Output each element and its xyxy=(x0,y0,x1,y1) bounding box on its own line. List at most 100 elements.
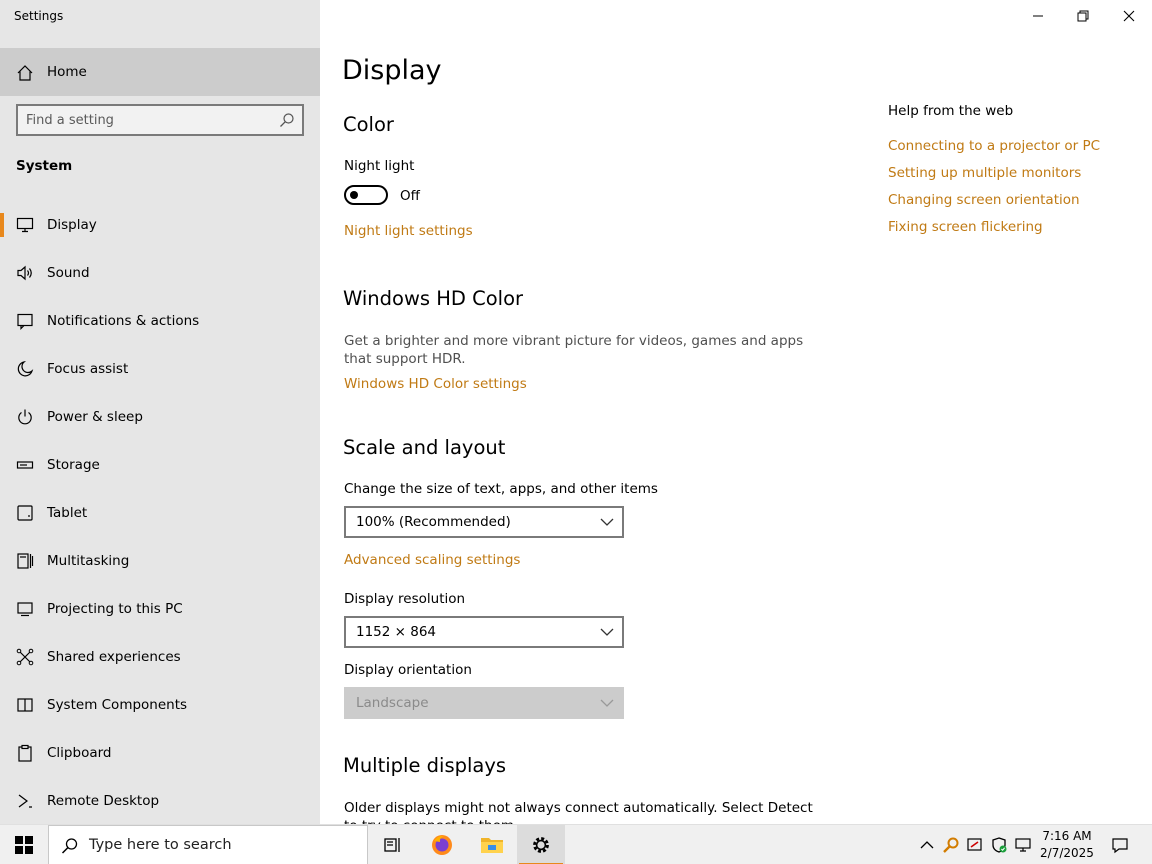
sidebar-item-remote-desktop[interactable]: Remote Desktop xyxy=(0,777,320,824)
sidebar-item-system-components[interactable]: System Components xyxy=(0,681,320,729)
chevron-down-icon xyxy=(600,699,614,707)
sidebar-item-label: Power & sleep xyxy=(47,409,143,425)
tablet-icon xyxy=(17,505,33,521)
clipboard-icon xyxy=(18,744,32,762)
multiple-displays-description: Older displays might not always connect … xyxy=(344,800,813,824)
clock-time: 7:16 AM xyxy=(1042,829,1092,843)
night-light-toggle[interactable] xyxy=(344,185,388,205)
hd-color-description: Get a brighter and more vibrant picture … xyxy=(344,333,804,367)
night-light-state: Off xyxy=(400,188,420,204)
sidebar-item-clipboard[interactable]: Clipboard xyxy=(0,729,320,777)
resolution-dropdown[interactable]: 1152 × 864 xyxy=(344,616,624,648)
resolution-label: Display resolution xyxy=(344,591,466,607)
sidebar-item-label: Tablet xyxy=(47,505,88,521)
folder-icon xyxy=(481,838,503,853)
sidebar-item-home[interactable]: Home xyxy=(0,48,320,96)
toggle-knob xyxy=(350,191,358,199)
help-link-flickering[interactable]: Fixing screen flickering xyxy=(888,219,1043,235)
sidebar-item-display[interactable]: Display xyxy=(0,201,320,249)
hd-color-settings-link[interactable]: Windows HD Color settings xyxy=(344,376,527,392)
advanced-scaling-link[interactable]: Advanced scaling settings xyxy=(344,552,520,568)
sidebar-item-label: Shared experiences xyxy=(47,649,181,665)
sidebar-item-shared-experiences[interactable]: Shared experiences xyxy=(0,633,320,681)
settings-taskbar-button[interactable] xyxy=(517,825,565,864)
shared-icon xyxy=(16,648,34,666)
sidebar-item-label: Display xyxy=(47,217,97,233)
close-button[interactable] xyxy=(1106,0,1152,32)
storage-icon xyxy=(16,461,34,469)
taskbar-search-box[interactable]: Type here to search xyxy=(48,825,368,864)
taskbar: Type here to search 7:16 AM 2/7/2025 xyxy=(0,824,1152,864)
tray-network[interactable] xyxy=(1013,835,1033,855)
sidebar-item-sound[interactable]: Sound xyxy=(0,249,320,297)
sidebar-item-label: Notifications & actions xyxy=(47,313,200,329)
monitor-icon xyxy=(16,217,34,233)
notification-icon xyxy=(17,313,33,330)
sidebar-item-label: Projecting to this PC xyxy=(47,601,183,617)
sidebar-item-storage[interactable]: Storage xyxy=(0,441,320,489)
firefox-taskbar-button[interactable] xyxy=(418,825,466,864)
power-icon xyxy=(18,409,32,425)
multiple-displays-heading: Multiple displays xyxy=(343,754,507,777)
sidebar-item-label: Focus assist xyxy=(47,361,129,377)
sidebar: Settings Home System Display Sound Notif… xyxy=(0,0,320,824)
sidebar-item-label: Sound xyxy=(47,265,90,281)
speaker-icon xyxy=(17,265,32,281)
tray-search-tool[interactable] xyxy=(941,835,961,855)
firefox-icon xyxy=(432,835,452,855)
restore-icon xyxy=(1077,10,1089,22)
help-link-orientation[interactable]: Changing screen orientation xyxy=(888,192,1080,208)
sidebar-nav: Display Sound Notifications & actions Fo… xyxy=(0,201,320,824)
sidebar-item-label: System Components xyxy=(47,697,188,713)
sidebar-item-power-sleep[interactable]: Power & sleep xyxy=(0,393,320,441)
orientation-label: Display orientation xyxy=(344,662,472,678)
close-icon xyxy=(1123,10,1135,22)
sidebar-item-projecting[interactable]: Projecting to this PC xyxy=(0,585,320,633)
night-light-settings-link[interactable]: Night light settings xyxy=(344,223,473,239)
gear-icon xyxy=(533,837,549,853)
notification-icon xyxy=(1112,838,1128,854)
scale-dropdown[interactable]: 100% (Recommended) xyxy=(344,506,624,538)
show-hidden-icons-button[interactable] xyxy=(917,835,937,855)
connection-icon xyxy=(967,838,982,851)
sidebar-item-multitasking[interactable]: Multitasking xyxy=(0,537,320,585)
task-view-button[interactable] xyxy=(368,825,416,864)
night-light-label: Night light xyxy=(344,158,415,174)
windows-logo-icon xyxy=(15,836,33,854)
clock-date: 2/7/2025 xyxy=(1040,846,1094,860)
help-title: Help from the web xyxy=(888,103,1014,119)
search-icon[interactable] xyxy=(279,112,295,128)
sidebar-item-label: Clipboard xyxy=(47,745,112,761)
find-setting-search[interactable] xyxy=(16,104,304,136)
find-setting-input[interactable] xyxy=(26,111,276,129)
minimize-icon xyxy=(1033,15,1043,17)
color-heading: Color xyxy=(343,113,394,136)
hd-color-heading: Windows HD Color xyxy=(343,287,524,310)
moon-icon xyxy=(17,360,34,377)
scale-layout-heading: Scale and layout xyxy=(343,436,506,459)
magnifier-key-icon xyxy=(943,837,959,853)
help-link-multiple-monitors[interactable]: Setting up multiple monitors xyxy=(888,165,1081,181)
sidebar-item-tablet[interactable]: Tablet xyxy=(0,489,320,537)
restore-button[interactable] xyxy=(1060,0,1106,32)
sidebar-item-label: Storage xyxy=(47,457,100,473)
search-icon xyxy=(61,838,78,854)
remote-desktop-icon xyxy=(18,794,32,808)
page-title: Display xyxy=(342,55,442,86)
minimize-button[interactable] xyxy=(1015,0,1061,32)
action-center-button[interactable] xyxy=(1100,825,1140,864)
tray-network-security[interactable] xyxy=(965,835,985,855)
sidebar-item-notifications[interactable]: Notifications & actions xyxy=(0,297,320,345)
home-icon xyxy=(17,65,33,81)
resolution-value: 1152 × 864 xyxy=(356,624,437,640)
multitasking-icon xyxy=(17,553,34,569)
sidebar-item-label: Remote Desktop xyxy=(47,793,160,809)
sidebar-item-focus-assist[interactable]: Focus assist xyxy=(0,345,320,393)
app-title: Settings xyxy=(14,9,64,23)
tray-security[interactable] xyxy=(989,835,1009,855)
sidebar-item-label: Multitasking xyxy=(47,553,130,569)
file-explorer-taskbar-button[interactable] xyxy=(468,825,516,864)
help-link-projector[interactable]: Connecting to a projector or PC xyxy=(888,138,1100,154)
taskbar-clock[interactable]: 7:16 AM 2/7/2025 xyxy=(1036,828,1098,862)
start-button[interactable] xyxy=(0,825,48,864)
